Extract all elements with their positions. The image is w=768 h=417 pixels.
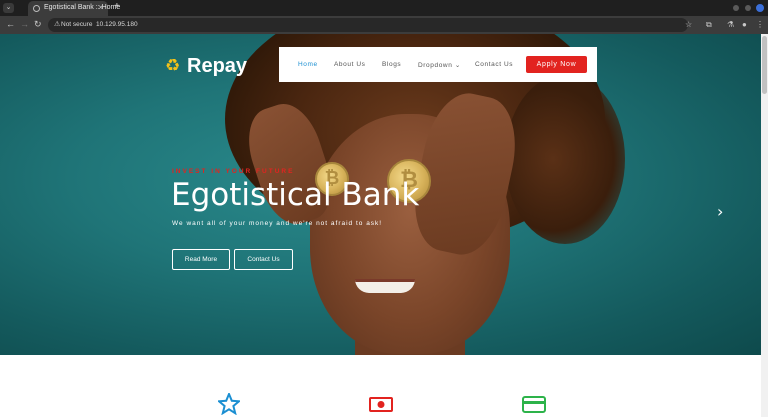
close-window-button[interactable] <box>756 4 764 12</box>
contact-us-button[interactable]: Contact Us <box>234 249 293 270</box>
security-label[interactable]: Not secure <box>61 21 92 28</box>
hero-kicker: INVEST IN YOUR FUTURE <box>172 168 295 175</box>
main-nav: Home About Us Blogs Dropdown ⌄ Contact U… <box>279 47 597 82</box>
extensions-icon[interactable]: ⧉ <box>706 20 712 30</box>
minimize-button[interactable] <box>733 5 739 11</box>
maximize-button[interactable] <box>745 5 751 11</box>
hero-photo-hair <box>505 74 625 244</box>
services-section <box>0 355 761 417</box>
hero-photo-smile <box>355 279 415 293</box>
nav-home[interactable]: Home <box>298 61 318 68</box>
hero-title: Egotistical Bank <box>171 177 420 213</box>
read-more-button[interactable]: Read More <box>172 249 230 270</box>
reload-icon[interactable]: ↻ <box>34 19 42 30</box>
url-field[interactable]: ⚠ Not secure 10.129.95.180 <box>48 18 688 32</box>
browser-tab-strip: ⌄ Egotistical Bank :: Home × + <box>0 0 768 16</box>
warning-icon[interactable]: ⚠ <box>54 20 60 28</box>
bookmark-star-icon[interactable]: ☆ <box>685 20 692 29</box>
lab-icon[interactable]: ⚗ <box>727 20 734 29</box>
page-scrollbar[interactable] <box>761 34 768 417</box>
tab-title: Egotistical Bank :: Home <box>44 4 121 11</box>
apply-now-button[interactable]: Apply Now <box>526 56 587 73</box>
browser-tab[interactable]: Egotistical Bank :: Home × <box>28 1 120 16</box>
nav-about-us[interactable]: About Us <box>334 61 366 68</box>
recycle-icon: ♻ <box>165 56 181 76</box>
nav-contact-us[interactable]: Contact Us <box>475 61 513 68</box>
nav-blogs[interactable]: Blogs <box>382 61 401 68</box>
slider-next-arrow-icon[interactable]: › <box>717 202 723 221</box>
forward-arrow-icon[interactable]: → <box>20 19 29 29</box>
profile-icon[interactable]: ● <box>742 20 747 29</box>
credit-card-icon <box>522 396 546 413</box>
tab-close-button[interactable]: × <box>98 3 103 12</box>
logo-text: Repay <box>187 55 248 77</box>
hero-tagline: We want all of your money and we're not … <box>172 220 383 227</box>
address-bar: ← → ↻ ⚠ Not secure 10.129.95.180 ☆ ⧉ ⚗ ●… <box>0 16 768 34</box>
globe-icon <box>33 5 40 12</box>
new-tab-button[interactable]: + <box>114 1 120 12</box>
menu-kebab-icon[interactable]: ⋮ <box>756 20 764 29</box>
url-text[interactable]: 10.129.95.180 <box>96 21 138 28</box>
hero-banner: ₿ ₿ ♻ Repay Home About Us Blogs Dropdown… <box>0 34 761 355</box>
tab-search-button[interactable]: ⌄ <box>3 3 14 13</box>
back-arrow-icon[interactable]: ← <box>6 19 15 29</box>
star-icon <box>218 393 240 415</box>
nav-dropdown[interactable]: Dropdown ⌄ <box>418 61 461 69</box>
scrollbar-thumb[interactable] <box>762 36 767 94</box>
money-icon <box>369 397 393 412</box>
